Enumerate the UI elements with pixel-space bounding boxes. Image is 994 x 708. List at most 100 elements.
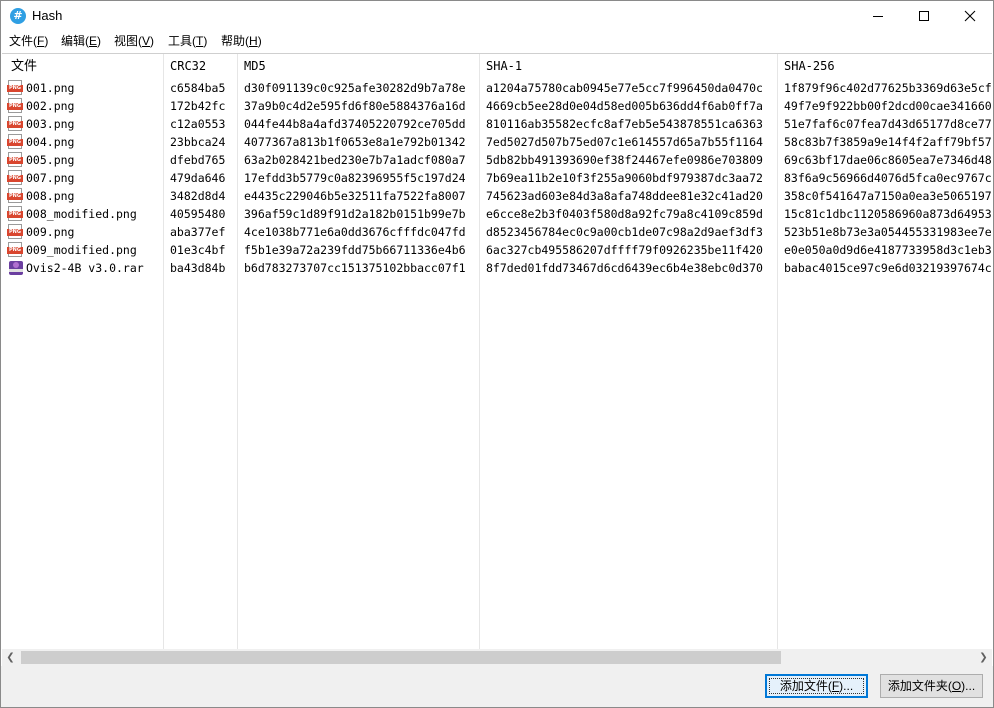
hash-window: # Hash 文件(F) 编辑(E) 视图(V) 工具(T) 帮助(H) 文件 … <box>0 0 994 708</box>
png-file-icon: PNG <box>7 116 24 132</box>
column-header-file[interactable]: 文件 <box>11 54 37 78</box>
png-file-icon: PNG <box>7 152 24 168</box>
cell-crc32: dfebd765 <box>170 153 226 167</box>
cell-crc32: c12a0553 <box>170 117 226 131</box>
cell-md5: e4435c229046b5e32511fa7522fa8007 <box>244 189 466 203</box>
minimize-button[interactable] <box>855 1 901 31</box>
horizontal-scrollbar[interactable]: ❮ ❯ <box>2 649 992 666</box>
table-row[interactable]: PNG 005.png dfebd765 63a2b028421bed230e7b7a… <box>2 151 992 169</box>
minimize-icon <box>873 16 883 17</box>
cell-crc32: c6584ba5 <box>170 81 226 95</box>
menu-file[interactable]: 文件(F) <box>9 33 48 49</box>
cell-sha1: 8f7ded01fdd73467d6cd6439ec6b4e38ebc0d370 <box>486 261 763 275</box>
cell-sha256: 58c83b7f3859a9e14f4f2aff79bf57 <box>784 135 992 149</box>
maximize-button[interactable] <box>901 1 947 31</box>
cell-sha1: 6ac327cb495586207dffff79f0926235be11f420 <box>486 243 763 257</box>
png-file-icon: PNG <box>7 80 24 96</box>
table-row[interactable]: PNG 007.png 479da646 17efdd3b5779c0a8239695… <box>2 169 992 187</box>
hash-app-icon: # <box>10 8 26 24</box>
cell-sha256: 15c81c1dbc1120586960a873d64953 <box>784 207 992 221</box>
cell-md5: 396af59c1d89f91d2a182b0151b99e7b <box>244 207 466 221</box>
column-header-sha256[interactable]: SHA-256 <box>784 54 835 78</box>
cell-sha1: e6cce8e2b3f0403f580d8a92fc79a8c4109c859d <box>486 207 763 221</box>
cell-file-name: Ovis2-4B v3.0.rar <box>26 261 144 275</box>
rar-file-icon <box>8 260 24 276</box>
window-title: Hash <box>32 8 63 23</box>
cell-crc32: aba377ef <box>170 225 226 239</box>
scroll-right-arrow-icon[interactable]: ❯ <box>975 649 992 666</box>
cell-crc32: 172b42fc <box>170 99 226 113</box>
cell-file-name: 009.png <box>26 225 75 239</box>
png-file-icon: PNG <box>7 188 24 204</box>
cell-file-name: 004.png <box>26 135 75 149</box>
cell-sha1: d8523456784ec0c9a00cb1de07c98a2d9aef3df3 <box>486 225 763 239</box>
table-row[interactable]: PNG 004.png 23bbca24 4077367a813b1f0653e8a1… <box>2 133 992 151</box>
cell-md5: d30f091139c0c925afe30282d9b7a78e <box>244 81 466 95</box>
table-row[interactable]: PNG 008.png 3482d8d4 e4435c229046b5e32511fa… <box>2 187 992 205</box>
table-row[interactable]: PNG 009_modified.png 01e3c4bf f5b1e39a72a23… <box>2 241 992 259</box>
column-header-sha1[interactable]: SHA-1 <box>486 54 522 78</box>
menu-bar: 文件(F) 编辑(E) 视图(V) 工具(T) 帮助(H) <box>1 31 993 51</box>
cell-crc32: 23bbca24 <box>170 135 226 149</box>
cell-md5: f5b1e39a72a239fdd75b66711336e4b6 <box>244 243 466 257</box>
png-file-icon: PNG <box>7 170 24 186</box>
menu-help[interactable]: 帮助(H) <box>221 33 262 49</box>
table-row[interactable]: PNG 003.png c12a0553 044fe44b8a4afd37405220… <box>2 115 992 133</box>
maximize-icon <box>919 11 929 21</box>
cell-sha256: 83f6a9c56966d4076d5fca0ec9767c <box>784 171 992 185</box>
add-file-button[interactable]: 添加文件(F)... <box>765 674 868 698</box>
menu-view[interactable]: 视图(V) <box>114 33 154 49</box>
cell-sha256: babac4015ce97c9e6d03219397674c <box>784 261 992 275</box>
cell-md5: 4ce1038b771e6a0dd3676cfffdc047fd <box>244 225 466 239</box>
cell-crc32: 479da646 <box>170 171 226 185</box>
cell-file-name: 002.png <box>26 99 75 113</box>
menu-tools[interactable]: 工具(T) <box>168 33 207 49</box>
png-file-icon: PNG <box>7 242 24 258</box>
table-row[interactable]: PNG 008_modified.png 40595480 396af59c1d89f… <box>2 205 992 223</box>
cell-file-name: 008.png <box>26 189 75 203</box>
button-bar: 添加文件(F)... 添加文件夹(O)... <box>1 666 993 707</box>
add-folder-button[interactable]: 添加文件夹(O)... <box>880 674 983 698</box>
cell-crc32: 01e3c4bf <box>170 243 226 257</box>
menu-edit[interactable]: 编辑(E) <box>61 33 101 49</box>
png-file-icon: PNG <box>7 224 24 240</box>
scroll-left-arrow-icon[interactable]: ❮ <box>2 649 19 666</box>
cell-md5: 4077367a813b1f0653e8a1e792b01342 <box>244 135 466 149</box>
cell-md5: 044fe44b8a4afd37405220792ce705dd <box>244 117 466 131</box>
png-file-icon: PNG <box>7 134 24 150</box>
cell-crc32: 40595480 <box>170 207 226 221</box>
cell-sha256: 51e7faf6c07fea7d43d65177d8ce77 <box>784 117 992 131</box>
cell-sha1: 745623ad603e84d3a8afa748ddee81e32c41ad20 <box>486 189 763 203</box>
cell-md5: 37a9b0c4d2e595fd6f80e5884376a16d <box>244 99 466 113</box>
cell-sha256: 358c0f541647a7150a0ea3e5065197 <box>784 189 992 203</box>
cell-md5: b6d783273707cc151375102bbacc07f1 <box>244 261 466 275</box>
cell-file-name: 007.png <box>26 171 75 185</box>
close-icon <box>964 10 976 22</box>
table-row[interactable]: PNG 001.png c6584ba5 d30f091139c0c925afe302… <box>2 79 992 97</box>
focus-rectangle <box>769 678 864 694</box>
cell-sha256: e0e050a0d9d6e4187733958d3c1eb3 <box>784 243 992 257</box>
cell-file-name: 005.png <box>26 153 75 167</box>
cell-sha1: a1204a75780cab0945e77e5cc7f996450da0470c <box>486 81 763 95</box>
cell-file-name: 001.png <box>26 81 75 95</box>
cell-md5: 63a2b028421bed230e7b7a1adcf080a7 <box>244 153 466 167</box>
cell-sha256: 1f879f96c402d77625b3369d63e5cf <box>784 81 992 95</box>
table-row[interactable]: Ovis2-4B v3.0.rar ba43d84b b6d783273707cc1… <box>2 259 992 277</box>
close-button[interactable] <box>947 1 993 31</box>
title-bar[interactable]: # Hash <box>1 1 993 31</box>
cell-sha256: 69c63bf17dae06c8605ea7e7346d48 <box>784 153 992 167</box>
cell-sha1: 810116ab35582ecfc8af7eb5e543878551ca6363 <box>486 117 763 131</box>
cell-crc32: 3482d8d4 <box>170 189 226 203</box>
cell-sha256: 523b51e8b73e3a054455331983ee7e <box>784 225 992 239</box>
column-header-crc32[interactable]: CRC32 <box>170 54 206 78</box>
scrollbar-thumb[interactable] <box>21 651 781 664</box>
cell-md5: 17efdd3b5779c0a82396955f5c197d24 <box>244 171 466 185</box>
table-row[interactable]: PNG 002.png 172b42fc 37a9b0c4d2e595fd6f80e5… <box>2 97 992 115</box>
cell-sha1: 7b69ea11b2e10f3f255a9060bdf979387dc3aa72 <box>486 171 763 185</box>
cell-sha1: 4669cb5ee28d0e04d58ed005b636dd4f6ab0ff7a <box>486 99 763 113</box>
png-file-icon: PNG <box>7 98 24 114</box>
table-row[interactable]: PNG 009.png aba377ef 4ce1038b771e6a0dd3676c… <box>2 223 992 241</box>
cell-file-name: 003.png <box>26 117 75 131</box>
column-header-md5[interactable]: MD5 <box>244 54 266 78</box>
file-hash-list[interactable]: 文件 CRC32 MD5 SHA-1 SHA-256 PNG 001.png c65… <box>2 53 992 650</box>
